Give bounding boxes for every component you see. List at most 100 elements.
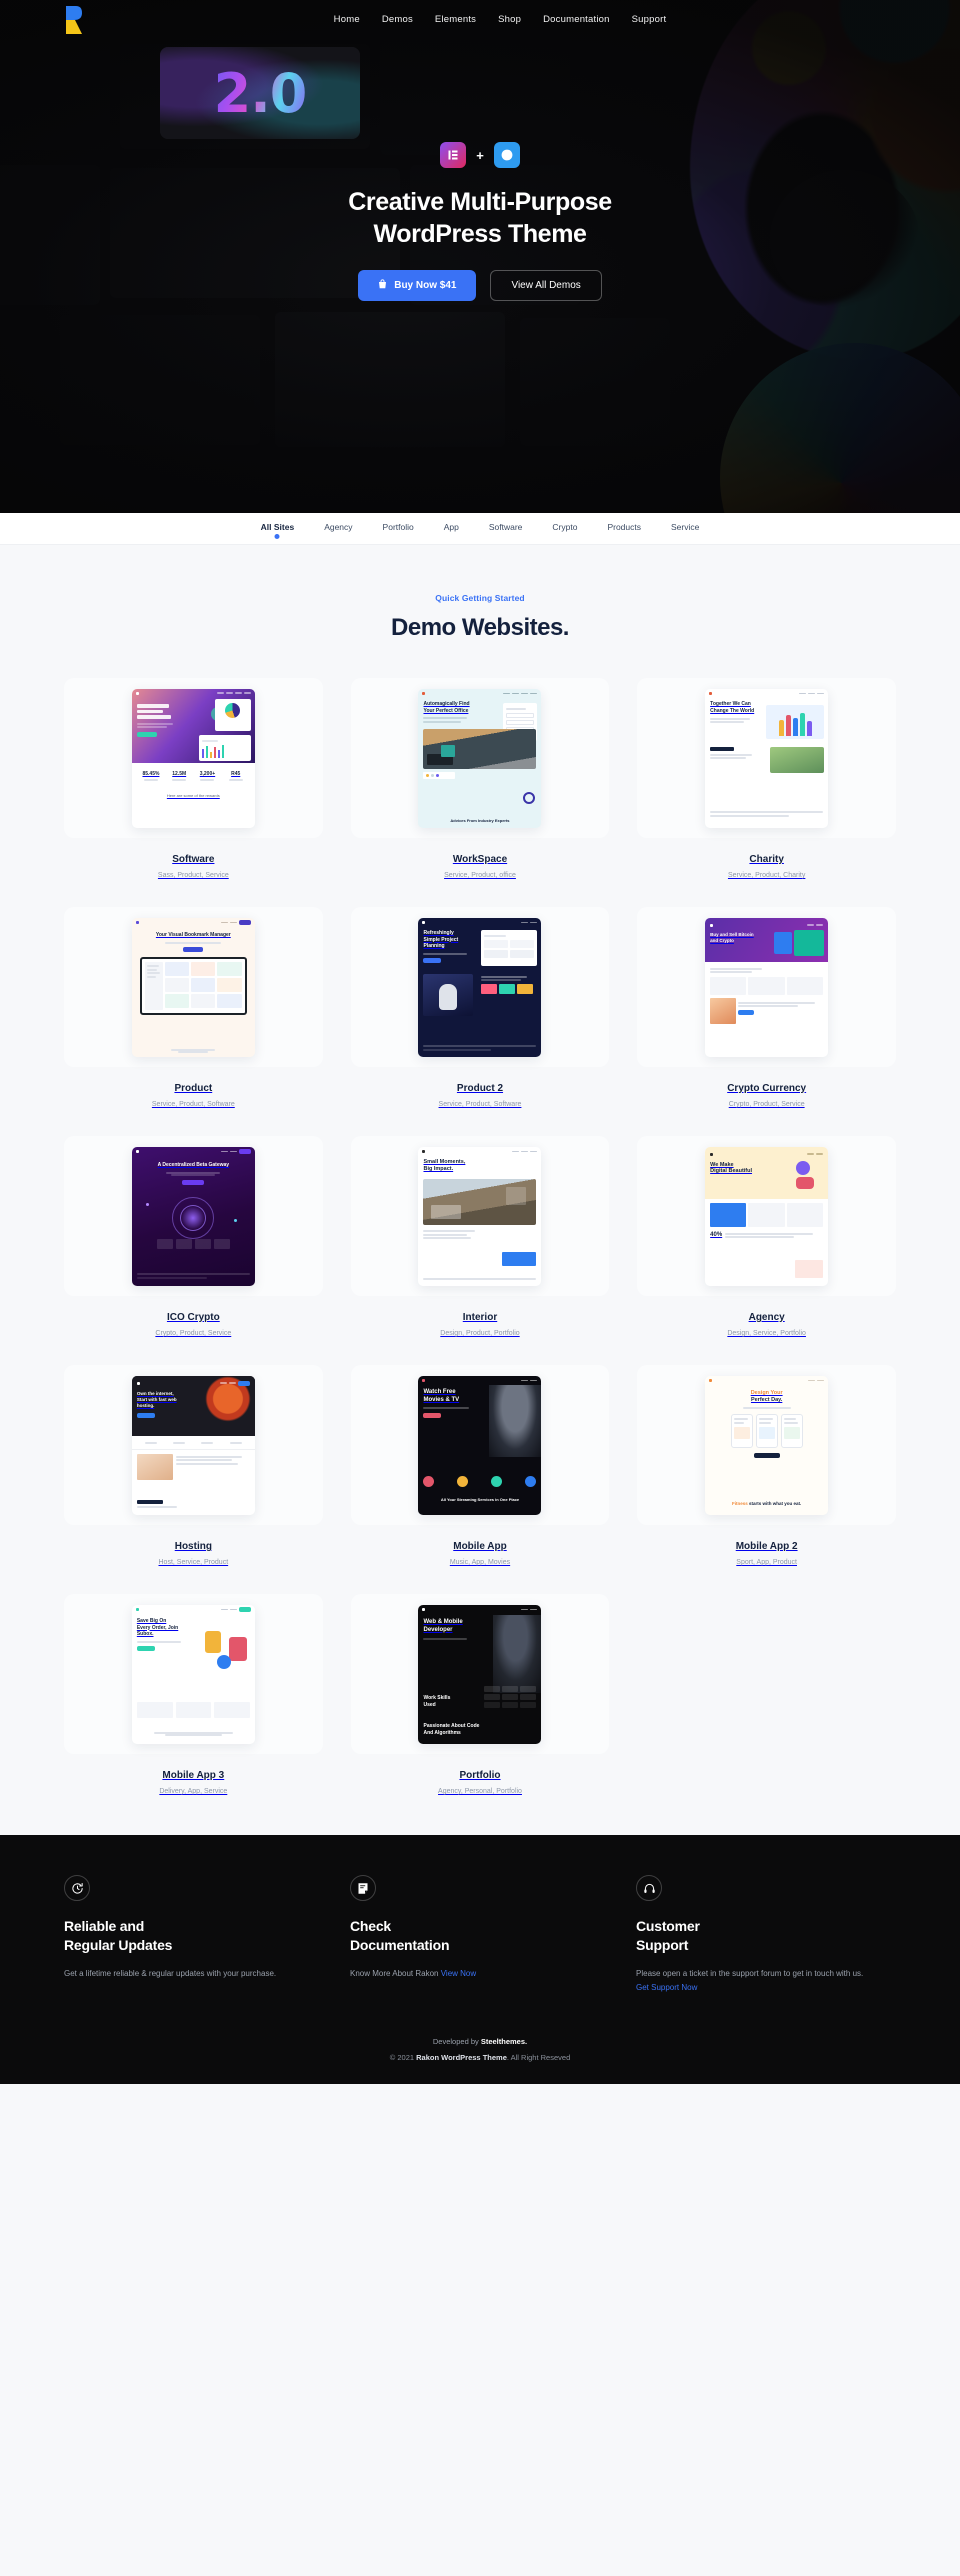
buy-now-button[interactable]: Buy Now $41	[358, 270, 477, 301]
demo-thumbnail-frame: Small Moments, Big Impact.	[350, 1136, 610, 1296]
footer-text-body: Know More About Rakon	[350, 1968, 441, 1978]
demo-card-title: Crypto Currency	[727, 1083, 807, 1094]
demo-card-product-2[interactable]: Refreshingly Simple Project Planning Pro…	[350, 907, 610, 1108]
demo-card-title: Product	[174, 1083, 213, 1094]
developed-by-brand: Steelthemes.	[480, 2036, 528, 2046]
thumb-heading: Together We Can Change The World	[710, 701, 755, 714]
footer-text-body: Please open a ticket in the support foru…	[636, 1968, 864, 1978]
demo-card-workspace[interactable]: Automagically Find Your Perfect Office A…	[350, 678, 610, 879]
demo-thumbnail: Web & Mobile Developer Work Skills Used	[418, 1605, 542, 1744]
thumb-heading-2: Perfect Day.	[750, 1396, 783, 1403]
demo-card-tags: Crypto, Product, Service	[155, 1330, 232, 1337]
demo-websites-section: Quick Getting Started Demo Websites. 85.…	[0, 545, 960, 1835]
main-navigation: Home Demos Elements Shop Documentation S…	[0, 0, 960, 38]
filter-service[interactable]: Service	[671, 522, 699, 535]
demo-card-tags: Design, Product, Portfolio	[440, 1330, 520, 1337]
demo-card-hosting[interactable]: Own the internet, Start with fast web ho…	[64, 1365, 323, 1566]
demo-card-title: Mobile App 2	[735, 1541, 798, 1552]
thumb-heading: Save Big On Every Order, Join Subox.	[136, 1618, 179, 1637]
rakon-logo-icon[interactable]	[64, 6, 82, 34]
hero-section: 2.0 Home Demos Elements Shop Documentati…	[0, 0, 960, 513]
footer-title-line-2: Support	[636, 1936, 689, 1953]
get-support-now-link[interactable]: Get Support Now	[636, 1983, 697, 1992]
nav-link-documentation[interactable]: Documentation	[543, 14, 610, 25]
footer-text: Get a lifetime reliable & regular update…	[64, 1967, 304, 1981]
thumb-heading: Your Visual Bookmark Manager	[155, 932, 231, 938]
copyright-suffix: . All Right Reseved	[506, 2052, 571, 2062]
demo-card-tags: Design, Service, Portfolio	[727, 1330, 806, 1337]
demo-thumbnail-frame: A Decentralized Beta Gateway	[64, 1136, 323, 1296]
demo-card-portfolio[interactable]: Web & Mobile Developer Work Skills Used	[350, 1594, 610, 1795]
thumb-heading-2: Movies & TV	[423, 1396, 460, 1403]
elementor-icon	[440, 142, 467, 168]
stat-value: R45	[231, 771, 241, 777]
section-eyebrow: Quick Getting Started	[435, 593, 525, 603]
demo-card-crypto-currency[interactable]: Buy and Sell Bitcoin and Crypto Crypto C…	[637, 907, 896, 1108]
nav-link-support[interactable]: Support	[632, 14, 667, 25]
nav-link-demos[interactable]: Demos	[382, 14, 413, 25]
demo-thumbnail-frame: Web & Mobile Developer Work Skills Used	[350, 1594, 610, 1754]
filter-all-sites[interactable]: All Sites	[261, 522, 295, 535]
demo-thumbnail: 85.45% 12.5M 3,200+ R45 Here are some of…	[131, 689, 255, 828]
demo-filter-bar: All Sites Agency Portfolio App Software …	[0, 513, 960, 545]
demo-card-agency[interactable]: We Make Digital Beautiful 40% Agency Des…	[637, 1136, 896, 1337]
stat-value: 3,200+	[199, 771, 216, 777]
filter-crypto[interactable]: Crypto	[552, 522, 577, 535]
platform-badges: +	[0, 142, 960, 168]
stat-value: 12.5M	[172, 771, 187, 777]
demo-thumbnail-frame: Refreshingly Simple Project Planning	[350, 907, 610, 1067]
footer-title-line-1: Reliable and	[64, 1918, 145, 1934]
nav-link-home[interactable]: Home	[334, 14, 360, 25]
thumb-heading: Small Moments, Big Impact.	[423, 1159, 466, 1172]
page-title: Creative Multi-Purpose WordPress Theme	[0, 186, 960, 250]
demo-card-title: ICO Crypto	[166, 1312, 220, 1323]
demo-thumbnail-frame: Watch Free Movies & TV All Your Streamin…	[350, 1365, 610, 1525]
thumb-sub-heading: Work Skills Used	[423, 1695, 451, 1708]
thumb-footer-text: All Your Streaming Services in One Place	[440, 1497, 520, 1503]
filter-software[interactable]: Software	[489, 522, 523, 535]
footer-title: Reliable and Regular Updates	[64, 1917, 324, 1955]
filter-app[interactable]: App	[444, 522, 459, 535]
demo-thumbnail-frame: Your Visual Bookmark Manager	[64, 907, 323, 1067]
filter-products[interactable]: Products	[607, 522, 641, 535]
thumb-footer-text-2: starts with what you eat.	[749, 1500, 802, 1506]
demo-card-software[interactable]: 85.45% 12.5M 3,200+ R45 Here are some of…	[64, 678, 323, 879]
demo-card-charity[interactable]: Together We Can Change The World Charity…	[637, 678, 896, 879]
demo-grid: 85.45% 12.5M 3,200+ R45 Here are some of…	[64, 678, 896, 1795]
thumb-heading: A Decentralized Beta Gateway	[157, 1162, 230, 1168]
demo-card-mobile-app-3[interactable]: Save Big On Every Order, Join Subox. Mob…	[64, 1594, 323, 1795]
wordpress-icon	[493, 142, 520, 168]
demo-card-product[interactable]: Your Visual Bookmark Manager Product Ser…	[64, 907, 323, 1108]
demo-card-title: Mobile App 3	[162, 1770, 225, 1781]
demo-card-interior[interactable]: Small Moments, Big Impact. Interior Desi…	[350, 1136, 610, 1337]
demo-thumbnail-frame: Automagically Find Your Perfect Office A…	[350, 678, 610, 838]
site-footer: Reliable and Regular Updates Get a lifet…	[0, 1835, 960, 2084]
filter-agency[interactable]: Agency	[324, 522, 352, 535]
footer-title: Check Documentation	[350, 1917, 610, 1955]
demo-thumbnail-frame: Save Big On Every Order, Join Subox.	[64, 1594, 323, 1754]
nav-link-elements[interactable]: Elements	[435, 14, 476, 25]
document-icon	[350, 1875, 376, 1901]
stat-value: 85.45%	[142, 771, 160, 777]
demo-card-tags: Service, Product, Software	[438, 1101, 522, 1108]
view-all-demos-button[interactable]: View All Demos	[490, 270, 602, 301]
demo-card-mobile-app-2[interactable]: Design Your Perfect Day. Fitness starts …	[637, 1365, 896, 1566]
demo-card-title: Charity	[749, 854, 784, 865]
view-now-link[interactable]: View Now	[441, 1969, 476, 1978]
demo-card-tags: Service, Product, office	[444, 872, 516, 879]
thumb-footer-text: Here are some of the rewards	[166, 793, 220, 798]
plus-symbol: +	[476, 147, 484, 163]
refresh-clock-icon	[64, 1875, 90, 1901]
section-title: Demo Websites.	[391, 614, 569, 641]
demo-thumbnail-frame: Design Your Perfect Day. Fitness starts …	[637, 1365, 896, 1525]
nav-link-shop[interactable]: Shop	[498, 14, 521, 25]
thumb-footer-text: Advices From Industry Experts	[450, 818, 510, 823]
thumb-heading: Web & Mobile	[423, 1619, 463, 1625]
demo-card-title: Agency	[748, 1312, 785, 1323]
filter-portfolio[interactable]: Portfolio	[383, 522, 414, 535]
demo-thumbnail: Watch Free Movies & TV All Your Streamin…	[418, 1376, 542, 1515]
demo-card-mobile-app[interactable]: Watch Free Movies & TV All Your Streamin…	[350, 1365, 610, 1566]
demo-thumbnail: Together We Can Change The World	[705, 689, 829, 828]
demo-card-ico-crypto[interactable]: A Decentralized Beta Gateway ICO Crypto …	[64, 1136, 323, 1337]
demo-thumbnail: Buy and Sell Bitcoin and Crypto	[705, 918, 829, 1057]
